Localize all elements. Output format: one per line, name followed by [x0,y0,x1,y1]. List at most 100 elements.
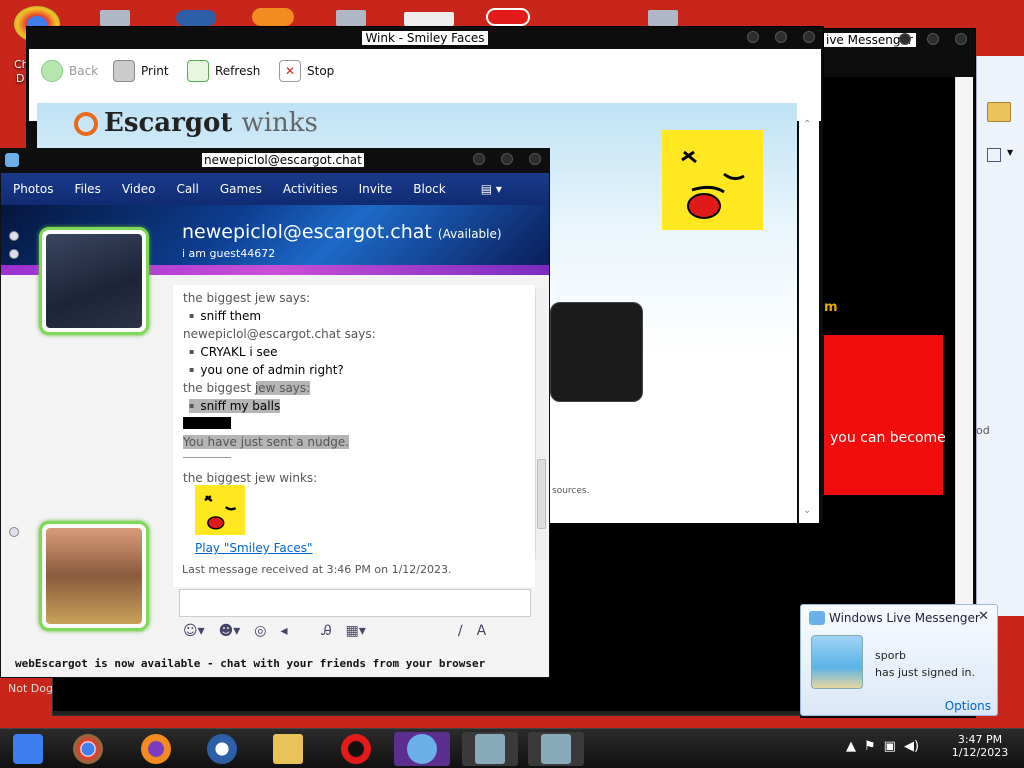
contact-name: newepiclol@escargot.chat (Available) [182,221,502,243]
scrollbar[interactable] [955,77,973,637]
wink-icon[interactable]: ☻▾ [219,623,241,639]
obama-desktop-icon[interactable] [176,10,216,26]
logo-brand: Escargot [104,108,233,138]
message-input[interactable] [179,589,531,617]
my-avatar[interactable] [39,521,149,631]
contact-avatar[interactable] [39,227,149,335]
clock-time: 3:47 PM [957,733,1003,746]
messenger-icon [809,611,825,625]
opera-desktop-icon[interactable] [486,8,530,26]
clock-date: 1/12/2023 [951,746,1009,759]
taskbar-obama[interactable] [194,732,250,766]
refresh-button[interactable]: Refresh [187,59,260,83]
taskbar-explorer[interactable] [260,732,316,766]
chat-scrollbar[interactable] [535,289,547,559]
menu-activities[interactable]: Activities [271,182,347,196]
minimize-button[interactable] [473,153,485,165]
collapse-icon[interactable] [9,231,19,241]
maximize-button[interactable] [927,33,939,45]
desktop-icon-label: D [16,72,25,85]
minimize-button[interactable] [899,33,911,45]
font-icon[interactable]: Ꭿ [322,623,332,639]
app-desktop-icon[interactable] [336,10,366,26]
background-icon[interactable]: ▦▾ [346,623,366,639]
taskbar-firefox[interactable] [128,732,184,766]
sender-line: newepiclol@escargot.chat says: [183,327,376,341]
chevron-up-icon[interactable]: ▲ [846,739,856,754]
app-desktop-icon[interactable] [648,10,678,26]
promo-banner[interactable]: you can become [824,335,946,495]
taskbar-network[interactable] [462,732,518,766]
scroll-thumb[interactable] [537,459,546,529]
menu-files[interactable]: Files [62,182,109,196]
voice-clip-icon[interactable]: ◂ [280,623,287,639]
text-icon[interactable]: A [477,623,487,639]
firefox-desktop-icon[interactable] [252,8,294,26]
chevron-down-icon[interactable]: ⌄ [803,505,811,516]
messenger-icon [5,153,19,167]
divider [183,457,231,458]
chat-history: the biggest jew says: sniff them newepic… [173,285,535,587]
menu-photos[interactable]: Photos [1,182,62,196]
logo-word: winks [241,108,318,138]
options-menu-icon[interactable]: ▤ ▾ [481,182,502,196]
refresh-icon [187,60,209,82]
window-title: Wink - Smiley Faces [362,31,488,45]
taskbar-chrome[interactable] [60,732,116,766]
scrollbar[interactable]: ⌃ ⌄ [799,103,819,523]
chevron-up-icon[interactable]: ⌃ [803,119,811,130]
notification-message: has just signed in. [875,666,976,679]
promo-text: you can become [830,430,946,446]
nudge-icon[interactable]: ◎ [254,623,266,639]
maximize-button[interactable] [501,153,513,165]
app-desktop-icon[interactable] [100,10,130,26]
folder-icon[interactable] [987,102,1011,122]
close-button[interactable] [803,31,815,43]
emoticon-icon[interactable]: ☺▾ [183,623,205,639]
menu-video[interactable]: Video [110,182,165,196]
wink-thumbnail[interactable] [195,485,245,535]
play-wink-link[interactable]: Play "Smiley Faces" [195,541,313,555]
contact-status: (Available) [437,227,502,241]
taskbar-network2[interactable] [528,732,584,766]
selection-bar [183,417,231,429]
sender-line: the biggest jew says: [183,291,311,305]
status-bar: webEscargot is now available - chat with… [15,657,486,670]
clock[interactable]: 3:47 PM 1/12/2023 [950,733,1010,759]
conversation-window[interactable]: newepiclol@escargot.chat Photos Files Vi… [0,148,550,678]
notification-contact: sporb [875,649,906,662]
minimize-button[interactable] [747,31,759,43]
close-button[interactable] [529,153,541,165]
back-label: Back [69,64,99,78]
folder-desktop-icon[interactable] [404,12,454,26]
promo-heading: m [824,300,838,315]
personal-message: i am guest44672 [182,247,276,260]
handwriting-icon[interactable]: ∕ [458,623,463,639]
expand-icon[interactable] [9,249,19,259]
taskbar-messenger[interactable] [394,732,450,766]
menu-call[interactable]: Call [164,182,207,196]
menu-invite[interactable]: Invite [347,182,402,196]
volume-icon[interactable]: ◀) [904,739,919,754]
maximize-button[interactable] [775,31,787,43]
print-button[interactable]: Print [113,59,169,83]
menu-games[interactable]: Games [208,182,271,196]
taskbar-opera[interactable] [328,732,384,766]
chevron-down-icon[interactable]: ▼ [1007,148,1013,157]
taskbar-chrome-old[interactable] [0,732,56,766]
signin-notification[interactable]: Windows Live Messenger ✕ sporb has just … [800,604,998,716]
menu-block[interactable]: Block [401,182,454,196]
last-message-time: Last message received at 3:46 PM on 1/12… [182,563,452,576]
printer-icon [113,60,135,82]
close-button[interactable] [955,33,967,45]
flag-icon[interactable]: ⚑ [864,739,876,754]
view-icon[interactable] [987,148,1001,162]
back-button[interactable]: Back [41,59,98,83]
close-icon[interactable]: ✕ [978,609,989,624]
collapse-icon[interactable] [9,527,19,537]
stop-button[interactable]: ✕ Stop [279,59,334,83]
notification-options-link[interactable]: Options [945,699,991,713]
network-icon[interactable]: ▣ [884,739,896,754]
window-title: newepiclol@escargot.chat [202,153,364,167]
chat-message: sniff my balls [189,399,281,413]
